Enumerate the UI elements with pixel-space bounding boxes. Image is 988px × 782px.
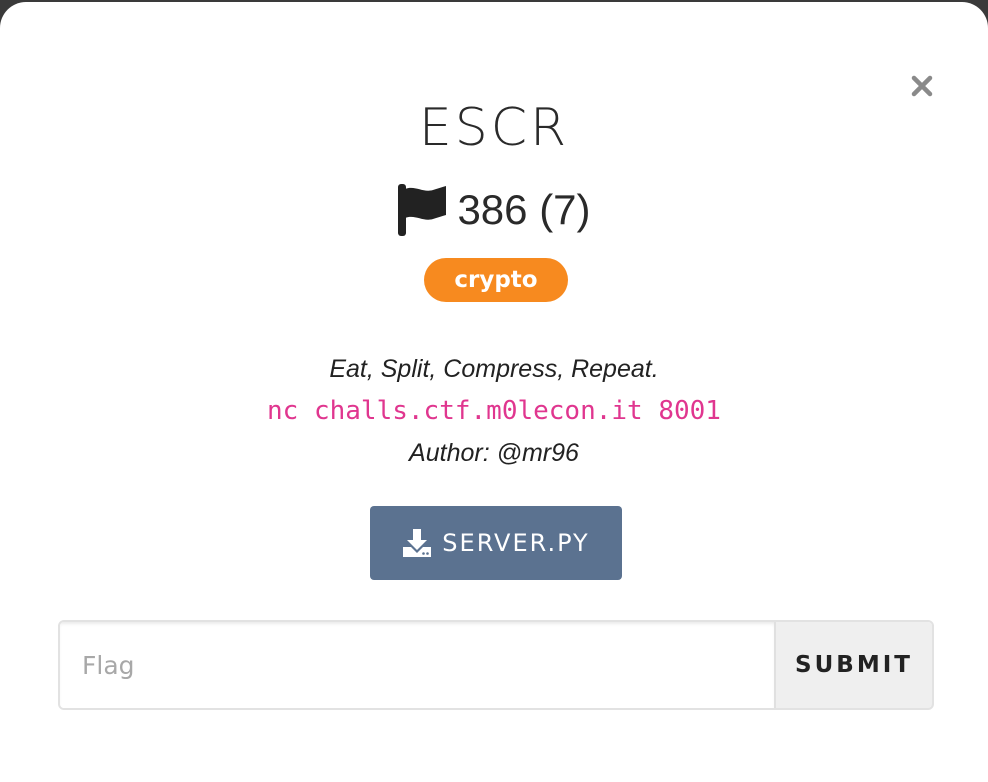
flag-input[interactable] [60,622,774,708]
challenge-author: Author: @mr96 [409,439,579,467]
points-solves: 386 (7) [457,186,591,233]
flag-icon [398,184,447,236]
points-row: 386 (7) [0,180,988,240]
challenge-modal: ESCR 386 (7) crypto Eat, Split, Compress… [0,2,988,782]
category-tag: crypto [424,258,568,302]
download-label: SERVER.PY [442,529,590,557]
flag-submit-form: SUBMIT [58,620,934,710]
connection-command: nc challs.ctf.m0lecon.it 8001 [267,396,721,426]
challenge-description: Eat, Split, Compress, Repeat. [329,355,659,383]
download-server-py-button[interactable]: SERVER.PY [370,506,622,580]
download-icon [403,529,432,557]
submit-button[interactable]: SUBMIT [774,622,932,708]
challenge-title: ESCR [418,98,570,158]
